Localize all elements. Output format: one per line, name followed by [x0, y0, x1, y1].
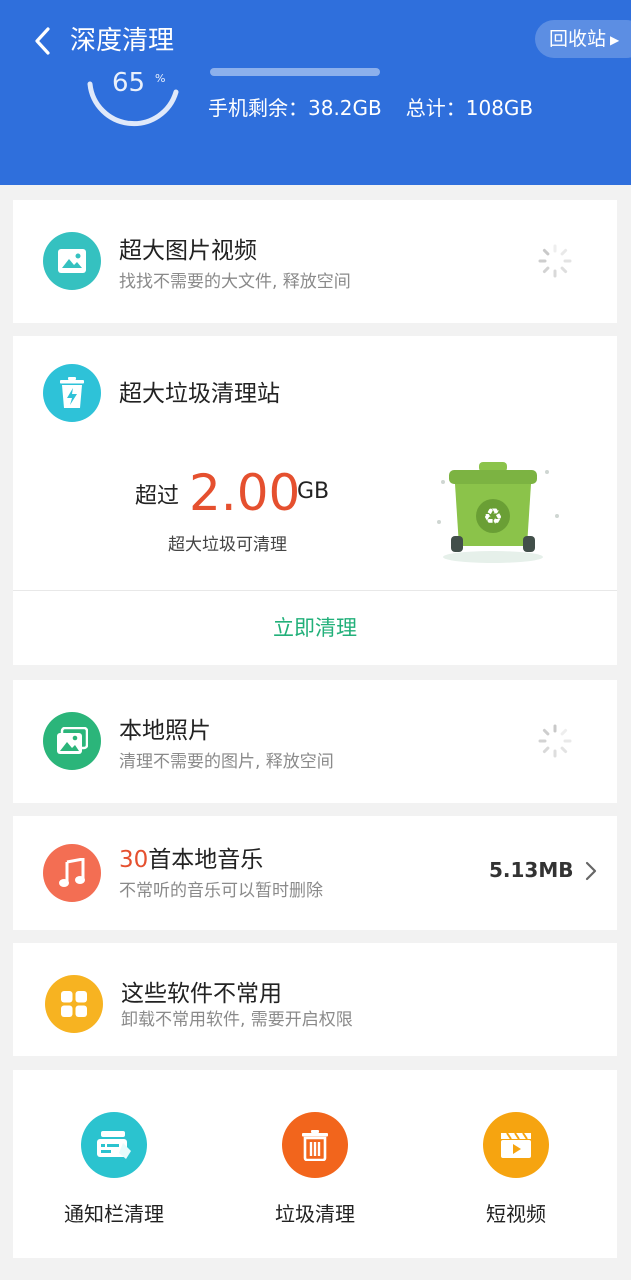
unused-apps-card[interactable]: 这些软件不常用 卸载不常用软件, 需要开启权限 — [13, 943, 617, 1056]
unused-apps-subtitle: 卸载不常用软件, 需要开启权限 — [121, 1010, 353, 1030]
video-icon — [483, 1112, 549, 1178]
chevron-right-icon — [585, 861, 597, 881]
loading-spinner-icon — [538, 244, 572, 278]
clean-now-button[interactable]: 立即清理 — [13, 592, 617, 664]
tool-junk-clean[interactable]: 垃圾清理 — [245, 1112, 385, 1227]
local-photos-subtitle: 清理不需要的图片, 释放空间 — [119, 752, 334, 772]
junk-prefix: 超过 — [135, 484, 180, 509]
music-size: 5.13MB — [489, 858, 574, 882]
local-photos-card[interactable]: 本地照片 清理不需要的图片, 释放空间 — [13, 680, 617, 803]
tool-label: 垃圾清理 — [275, 1202, 355, 1226]
green-trash-can-illustration: ♻ — [437, 462, 559, 563]
big-media-title: 超大图片视频 — [119, 238, 257, 264]
recycle-bin-label: 回收站 — [549, 28, 607, 50]
storage-total: 总计：108GB — [405, 96, 534, 120]
music-title-text: 首本地音乐 — [148, 847, 264, 873]
tool-label: 通知栏清理 — [64, 1202, 164, 1226]
svg-text:♻: ♻ — [483, 505, 503, 530]
ring-percent-unit: % — [155, 72, 166, 85]
trash-icon — [282, 1112, 348, 1178]
junk-amount: 2.00 — [189, 464, 301, 522]
storage-left: 手机剩余：38.2GB — [208, 96, 382, 120]
tool-label: 短视频 — [486, 1202, 546, 1226]
loading-spinner-icon — [538, 724, 572, 758]
tool-short-video[interactable]: 短视频 — [446, 1112, 586, 1227]
photos-icon — [43, 712, 101, 770]
apps-grid-icon — [45, 975, 103, 1033]
notification-clean-icon — [81, 1112, 147, 1178]
recycle-bin-button[interactable]: 回收站 ▶ — [535, 20, 631, 58]
big-media-subtitle: 找找不需要的大文件, 释放空间 — [119, 272, 351, 292]
local-photos-title: 本地照片 — [119, 718, 211, 744]
junk-station-title: 超大垃圾清理站 — [119, 381, 280, 407]
scrolled-text-fragment — [210, 68, 380, 76]
header: 深度清理 65 % 手机剩余：38.2GB 总计：108GB 回收站 ▶ — [0, 0, 631, 185]
local-music-card[interactable]: 30首本地音乐 不常听的音乐可以暂时删除 5.13MB — [13, 816, 617, 930]
local-music-title: 30首本地音乐 — [119, 844, 263, 876]
divider — [13, 590, 617, 591]
big-media-card[interactable]: 超大图片视频 找找不需要的大文件, 释放空间 — [13, 200, 617, 323]
unused-apps-title: 这些软件不常用 — [121, 981, 282, 1007]
back-arrow-icon[interactable] — [32, 26, 54, 56]
trash-bolt-icon — [43, 364, 101, 422]
music-note-icon — [43, 844, 101, 902]
junk-unit: GB — [297, 479, 330, 504]
image-icon — [43, 232, 101, 290]
tools-card: 通知栏清理 垃圾清理 短视频 — [13, 1070, 617, 1258]
storage-info: 手机剩余：38.2GB 总计：108GB — [208, 93, 533, 123]
tool-notification-clean[interactable]: 通知栏清理 — [44, 1112, 184, 1227]
local-music-subtitle: 不常听的音乐可以暂时删除 — [119, 881, 323, 901]
junk-station-card: 超大垃圾清理站 超过 2.00 GB 超大垃圾可清理 ♻ 立即清理 — [13, 336, 617, 665]
ring-percent-value: 65 — [112, 68, 146, 98]
junk-subtitle: 超大垃圾可清理 — [168, 535, 287, 555]
triangle-right-icon: ▶ — [610, 32, 620, 47]
music-count: 30 — [119, 847, 149, 873]
